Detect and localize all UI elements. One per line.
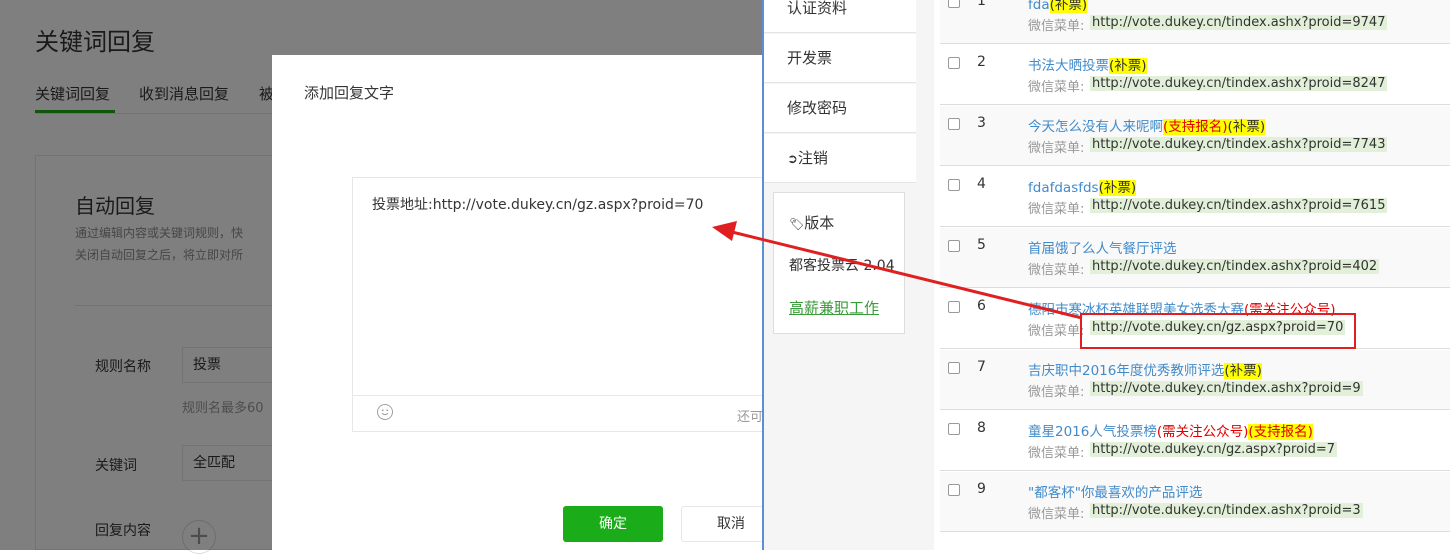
vote-title-link[interactable]: fdafdasfds(补票) — [1028, 176, 1137, 196]
row-number: 4 — [977, 176, 986, 192]
wechat-menu-label: 微信菜单: — [1028, 507, 1085, 522]
sidebar-item-invoice[interactable]: 开发票 — [764, 34, 916, 83]
wechat-menu-label: 微信菜单: — [1028, 385, 1085, 400]
vote-tag: (支持报名) — [1248, 424, 1313, 440]
row-number: 9 — [977, 481, 986, 497]
vote-title-link[interactable]: 首届饿了么人气餐厅评选 — [1028, 237, 1177, 257]
smiley-icon[interactable] — [377, 404, 393, 420]
sidebar-item-label: 注销 — [797, 149, 828, 167]
row-number: 1 — [977, 0, 986, 9]
annotation-highlight-box — [1080, 313, 1356, 349]
wechat-menu-url: http://vote.dukey.cn/tindex.ashx?proid=9… — [1090, 15, 1388, 30]
vote-tag: (补票) — [1227, 119, 1266, 135]
vote-tag: (补票) — [1049, 0, 1088, 13]
wechat-menu-url: http://vote.dukey.cn/tindex.ashx?proid=7… — [1090, 198, 1388, 213]
logout-icon: ➲ — [787, 152, 798, 167]
vote-title-link[interactable]: 今天怎么没有人来呢啊(支持报名)(补票) — [1028, 115, 1266, 135]
row-number: 3 — [977, 115, 986, 131]
row-number: 8 — [977, 420, 986, 436]
dialog-title: 添加回复文字 — [304, 84, 395, 102]
sidebar-item-change-password[interactable]: 修改密码 — [764, 84, 916, 133]
vote-tag: (补票) — [1224, 363, 1262, 379]
wechat-menu-label: 微信菜单: — [1028, 446, 1085, 461]
wechat-menu-url: http://vote.dukey.cn/tindex.ashx?proid=7… — [1090, 137, 1388, 152]
version-text: 都客投票云 2.04 — [789, 258, 895, 274]
reply-text-content[interactable]: 投票地址:http://vote.dukey.cn/gz.aspx?proid=… — [372, 194, 703, 214]
row-number: 6 — [977, 298, 986, 314]
row-number: 7 — [977, 359, 986, 375]
table-row — [940, 45, 1450, 105]
editor-toolbar-divider — [353, 395, 771, 396]
vote-tag: (需关注公众号) — [1156, 424, 1249, 440]
row-number: 5 — [977, 237, 986, 253]
table-row — [940, 228, 1450, 288]
sidebar-item-logout[interactable]: ➲注销 — [764, 134, 916, 183]
vote-title-link[interactable]: 吉庆职中2016年度优秀教师评选(补票) — [1028, 359, 1262, 379]
sidebar-item-certification[interactable]: 认证资料 — [764, 0, 916, 33]
wechat-menu-url: http://vote.dukey.cn/tindex.ashx?proid=8… — [1090, 76, 1388, 91]
job-link[interactable]: 高薪兼职工作 — [789, 297, 879, 318]
row-checkbox[interactable] — [948, 362, 960, 374]
vote-title-link[interactable]: 童星2016人气投票榜(需关注公众号)(支持报名) — [1028, 420, 1313, 440]
row-checkbox[interactable] — [948, 57, 960, 69]
reply-text-editor[interactable] — [352, 177, 772, 432]
wechat-menu-url: http://vote.dukey.cn/tindex.ashx?proid=4… — [1090, 259, 1380, 274]
wechat-menu-label: 微信菜单: — [1028, 324, 1085, 339]
wechat-menu-label: 微信菜单: — [1028, 263, 1085, 278]
row-number: 2 — [977, 54, 986, 70]
row-checkbox[interactable] — [948, 301, 960, 313]
row-checkbox[interactable] — [948, 423, 960, 435]
vote-tag: (支持报名) — [1163, 119, 1228, 135]
wechat-menu-url: http://vote.dukey.cn/gz.aspx?proid=7 — [1090, 442, 1338, 457]
row-checkbox[interactable] — [948, 484, 960, 496]
vote-tag: (补票) — [1098, 180, 1137, 196]
wechat-menu-label: 微信菜单: — [1028, 19, 1085, 34]
tag-icon: 🏷 — [789, 217, 805, 231]
confirm-button[interactable]: 确定 — [563, 506, 663, 542]
wechat-menu-url: http://vote.dukey.cn/tindex.ashx?proid=3 — [1090, 503, 1363, 518]
wechat-menu-url: http://vote.dukey.cn/tindex.ashx?proid=9 — [1090, 381, 1363, 396]
version-title: 🏷版本 — [789, 214, 835, 232]
table-row — [940, 167, 1450, 227]
row-checkbox[interactable] — [948, 118, 960, 130]
vote-tag: (补票) — [1109, 58, 1147, 74]
row-checkbox[interactable] — [948, 240, 960, 252]
char-counter: 还可 — [737, 410, 764, 425]
vote-title-link[interactable]: "都客杯"你最喜欢的产品评选 — [1028, 481, 1202, 501]
wechat-menu-label: 微信菜单: — [1028, 80, 1085, 95]
wechat-menu-label: 微信菜单: — [1028, 141, 1085, 156]
wechat-menu-label: 微信菜单: — [1028, 202, 1085, 217]
vote-title-link[interactable]: fda(补票) — [1028, 0, 1088, 13]
vote-title-link[interactable]: 书法大晒投票(补票) — [1028, 54, 1147, 74]
row-checkbox[interactable] — [948, 179, 960, 191]
row-checkbox[interactable] — [948, 0, 960, 8]
